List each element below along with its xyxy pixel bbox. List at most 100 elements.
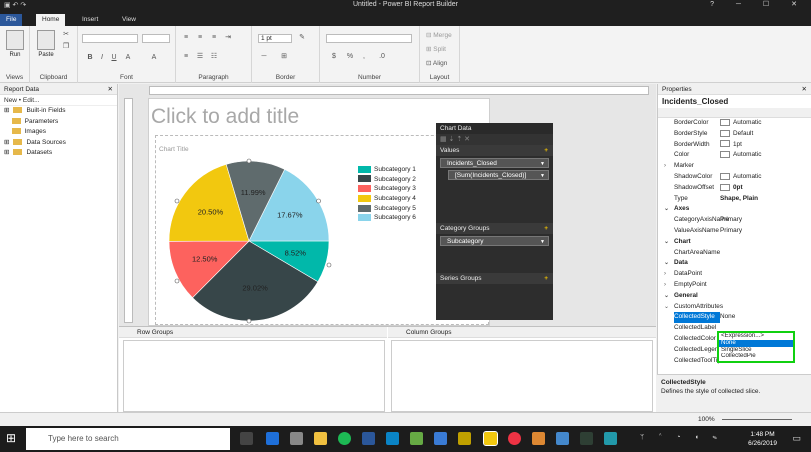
property-category[interactable]: ⌄ Chart (658, 237, 811, 248)
expand-icon[interactable] (4, 128, 8, 135)
justify-icon[interactable]: ≡ (182, 53, 190, 61)
property-row[interactable]: › EmptyPoint (658, 280, 811, 291)
tab-insert[interactable]: Insert (76, 14, 104, 26)
number-format-select[interactable] (326, 34, 412, 43)
property-row[interactable]: › Marker (658, 161, 811, 172)
category-field[interactable]: Subcategory ▼ (440, 236, 549, 246)
border-color-icon[interactable]: ✎ (298, 34, 306, 42)
legend-item[interactable]: Subcategory 2 (358, 175, 416, 185)
chrome-icon[interactable] (508, 432, 521, 445)
paste-button[interactable]: Paste (34, 30, 58, 58)
selection-handle[interactable] (174, 278, 180, 284)
run-button[interactable]: Run (3, 30, 27, 58)
expand-icon[interactable]: ⌄ (664, 302, 669, 313)
property-row[interactable]: ShadowColor Automatic (658, 172, 811, 183)
align-center-icon[interactable]: ≡ (196, 34, 204, 42)
property-category[interactable]: ⌄ Axes (658, 204, 811, 215)
edge-icon[interactable] (266, 432, 279, 445)
property-category[interactable]: ⌄ Data (658, 258, 811, 269)
mail-icon[interactable] (290, 432, 303, 445)
legend-item[interactable]: Subcategory 6 (358, 213, 416, 223)
zoom-slider[interactable] (722, 419, 792, 420)
app-icon[interactable] (580, 432, 593, 445)
spotify-icon[interactable] (338, 432, 351, 445)
expand-icon[interactable]: › (664, 161, 666, 172)
border-style-icon[interactable]: ─ (260, 53, 268, 61)
currency-icon[interactable]: $ (330, 53, 338, 61)
app-icon[interactable] (604, 432, 617, 445)
legend-item[interactable]: Subcategory 5 (358, 204, 416, 214)
chart-data-toolbar[interactable]: ▦ ⇣ ⇡ ✕ (436, 134, 553, 145)
legend-item[interactable]: Subcategory 4 (358, 194, 416, 204)
copy-icon[interactable]: ❐ (62, 43, 70, 51)
expand-icon[interactable]: › (664, 269, 666, 280)
title-placeholder[interactable]: Click to add title (151, 105, 299, 129)
legend-item[interactable]: Subcategory 3 (358, 184, 416, 194)
close-icon[interactable]: ✕ (802, 84, 807, 95)
pie-chart[interactable]: 8.52% 29.02% 12.50% 20.50% 11.99% 17.67% (159, 151, 339, 331)
dropdown-option[interactable]: CollectedPie (719, 353, 793, 360)
word-icon[interactable] (362, 432, 375, 445)
app-icon[interactable] (556, 432, 569, 445)
property-row[interactable]: BorderWidth 1pt (658, 140, 811, 151)
property-row[interactable]: ChartAreaName (658, 248, 811, 259)
value-series-field[interactable]: Incidents_Closed ▼ (440, 158, 549, 168)
property-value[interactable]: None (720, 312, 736, 324)
expand-icon[interactable]: ⌄ (664, 258, 669, 269)
align-left-icon[interactable]: ≡ (182, 34, 190, 42)
windows-start-icon[interactable]: ⊞ (6, 432, 18, 444)
property-row[interactable]: BorderColor Automatic (658, 118, 811, 129)
file-explorer-icon[interactable] (314, 432, 327, 445)
expand-icon[interactable]: ⌄ (664, 204, 669, 215)
tree-item[interactable]: Images (0, 127, 117, 138)
legend-item[interactable]: Subcategory 1 (358, 165, 416, 175)
expand-icon[interactable] (4, 118, 8, 125)
property-row[interactable]: CategoryAxisName Primary (658, 215, 811, 226)
indent-icon[interactable]: ⇥ (224, 34, 232, 42)
selection-handle[interactable] (174, 198, 180, 204)
tab-view[interactable]: View (116, 14, 142, 26)
property-row[interactable]: ⌄ CustomAttributes (658, 302, 811, 313)
expand-icon[interactable]: › (664, 280, 666, 291)
grow-font-icon[interactable]: A (150, 54, 158, 62)
border-all-icon[interactable]: ⊞ (280, 53, 288, 61)
browser-icon[interactable] (386, 432, 399, 445)
column-groups-area[interactable] (391, 340, 653, 412)
comma-icon[interactable]: , (360, 53, 368, 61)
border-width-select[interactable]: 1 pt (258, 34, 292, 43)
notifications-icon[interactable]: ▭ (792, 433, 801, 444)
property-row[interactable]: BorderStyle Default (658, 129, 811, 140)
expand-icon[interactable]: ⌄ (664, 291, 669, 302)
expand-icon[interactable]: ⊞ (4, 107, 9, 114)
property-row[interactable]: Type Shape, Plain (658, 194, 811, 205)
task-view-icon[interactable] (240, 432, 253, 445)
tree-item[interactable]: ⊞ Datasets (0, 148, 117, 159)
align-right-icon[interactable]: ≡ (210, 34, 218, 42)
split-button[interactable]: ⊞ Split (426, 45, 446, 53)
selection-handle[interactable] (326, 262, 332, 268)
add-series-icon[interactable]: + (544, 273, 548, 284)
property-value[interactable]: Automatic (720, 150, 761, 161)
collected-style-dropdown[interactable]: <Expression...> None SingleSlice CollectedP… (717, 331, 795, 363)
selection-handle[interactable] (246, 158, 252, 164)
numbering-icon[interactable]: ☷ (210, 53, 218, 61)
window-controls[interactable]: ? ─ ☐ ✕ (710, 0, 807, 8)
row-groups-area[interactable] (123, 340, 385, 412)
dropdown-option[interactable]: None (719, 339, 793, 347)
tab-file[interactable]: File (0, 14, 23, 26)
property-value[interactable]: Shape, Plain (720, 194, 758, 205)
app-icon[interactable] (434, 432, 447, 445)
merge-button[interactable]: ⊟ Merge (426, 31, 452, 39)
tree-item[interactable]: Parameters (0, 117, 117, 128)
expand-icon[interactable]: ⌄ (664, 237, 669, 248)
tab-home[interactable]: Home (36, 14, 66, 26)
property-row[interactable]: Color Automatic (658, 150, 811, 161)
dropdown-option[interactable]: SingleSlice (719, 347, 793, 354)
chart-legend[interactable]: Subcategory 1 Subcategory 2 Subcategory 3 S… (358, 165, 416, 223)
selection-handle[interactable] (246, 318, 252, 324)
property-value[interactable]: Primary (720, 215, 742, 226)
dropdown-option[interactable]: <Expression...> (719, 333, 793, 340)
report-builder-icon[interactable] (483, 431, 498, 446)
property-value[interactable]: Default (720, 129, 753, 140)
report-data-toolbar[interactable]: New • Edit... (0, 95, 117, 106)
